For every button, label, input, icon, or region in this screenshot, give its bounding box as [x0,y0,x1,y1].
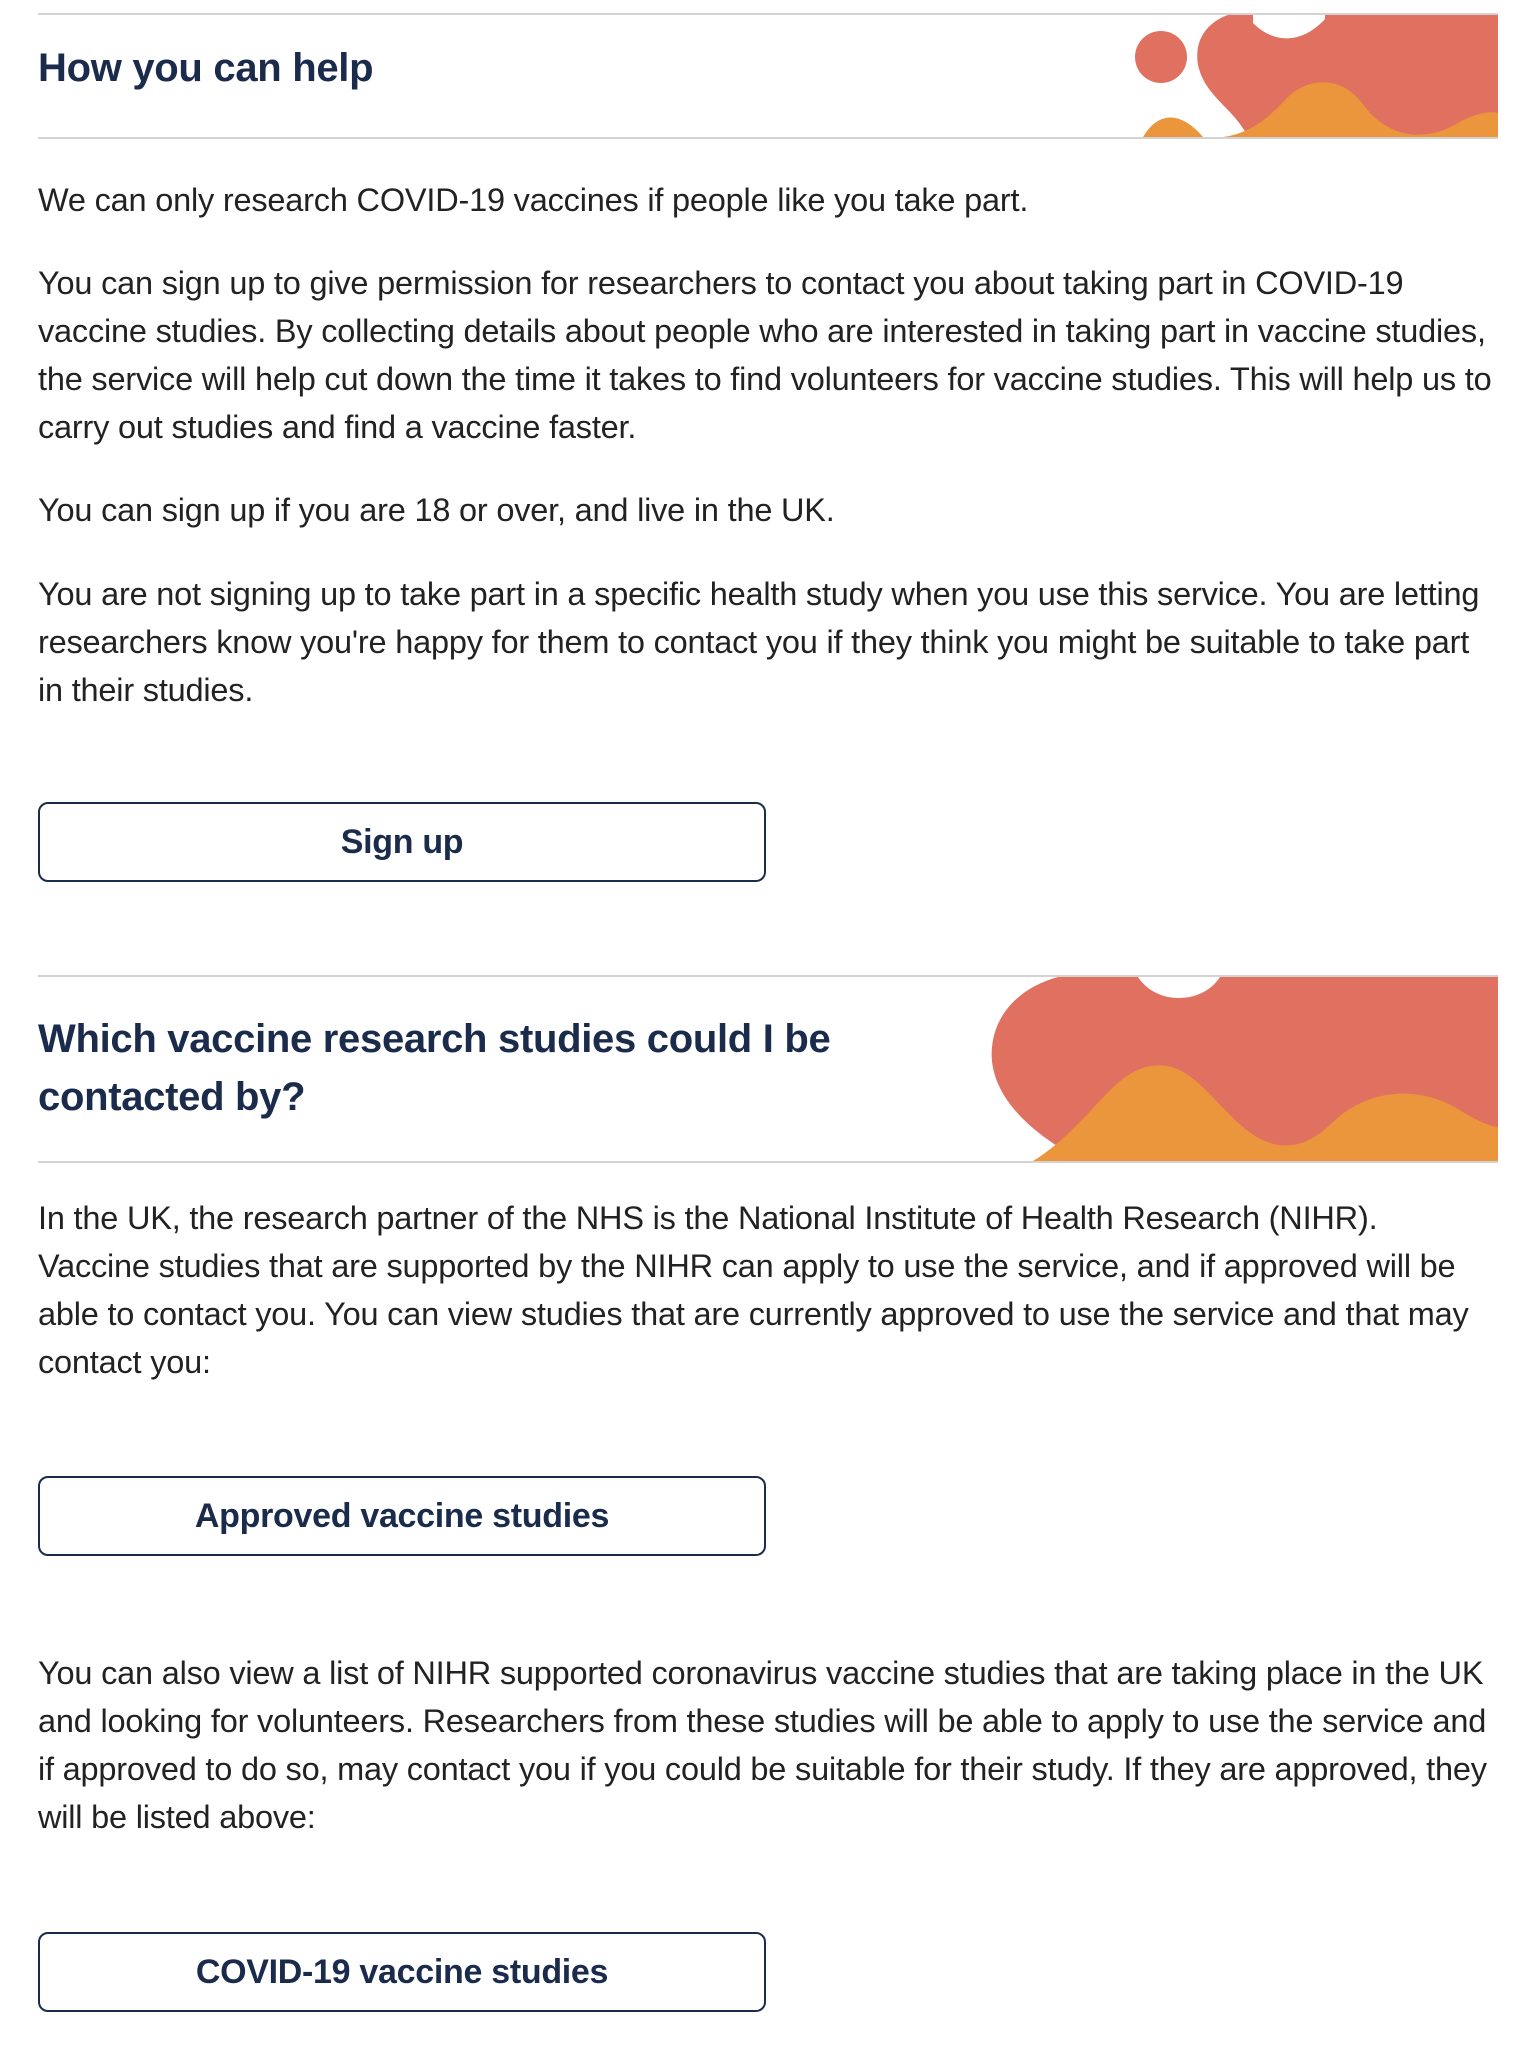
sign-up-button[interactable]: Sign up [38,802,766,882]
intro-text: We can only research COVID-19 vaccines i… [38,182,1029,218]
section-header-how-you-can-help: How you can help [38,13,1498,139]
signup-explanation-text: You can sign up to give permission for r… [38,265,1492,445]
section-heading: Which vaccine research studies could I b… [38,1017,831,1119]
section-header-which-studies: Which vaccine research studies could I b… [38,975,1498,1163]
covid-19-vaccine-studies-button[interactable]: COVID-19 vaccine studies [38,1932,766,2012]
nihr-intro-text: In the UK, the research partner of the N… [38,1200,1469,1380]
section-heading: How you can help [38,46,374,90]
disclaimer-text: You are not signing up to take part in a… [38,576,1480,708]
decorative-blobs-icon [991,977,1498,1161]
approved-vaccine-studies-button[interactable]: Approved vaccine studies [38,1476,766,1556]
nihr-studies-list-text: You can also view a list of NIHR support… [38,1655,1487,1835]
eligibility-text: You can sign up if you are 18 or over, a… [38,492,835,528]
decorative-blobs-icon [1135,15,1498,137]
